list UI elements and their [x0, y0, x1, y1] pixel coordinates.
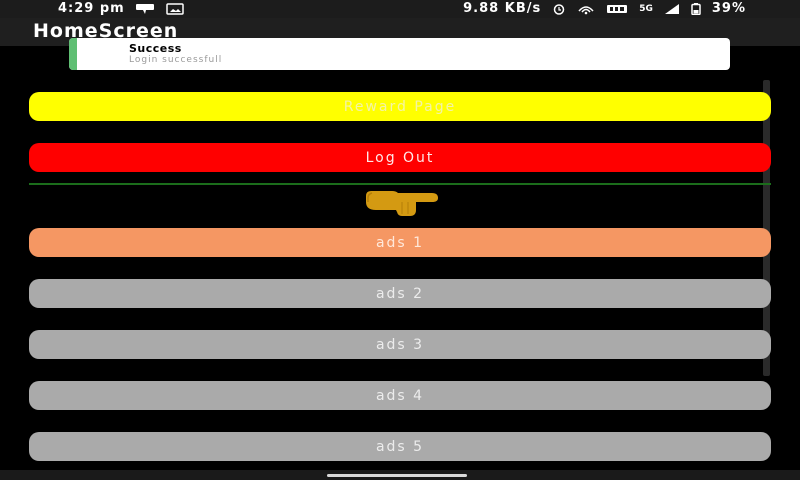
status-time: 4:29 pm [58, 1, 125, 16]
network-type: 5G [639, 4, 653, 14]
image-icon [165, 3, 184, 15]
battery-percent: 39% [711, 1, 746, 16]
toast-title: Success [129, 42, 182, 55]
status-bar: 4:29 pm 9.88 KB/s 5G 39% [0, 0, 800, 18]
pointing-hand-icon [366, 191, 438, 216]
success-toast[interactable]: Success Login successfull [69, 38, 730, 70]
toast-message: Login successfull [129, 55, 223, 65]
ads-5-button[interactable]: ads 5 [29, 432, 771, 461]
hotspot-icon [578, 6, 594, 15]
alarm-icon [553, 4, 565, 15]
status-left: 4:29 pm [58, 0, 185, 18]
signal-icon [664, 4, 679, 14]
ads-2-button[interactable]: ads 2 [29, 279, 771, 308]
battery-icon [691, 3, 701, 15]
ads-4-button[interactable]: ads 4 [29, 381, 771, 410]
status-right: 9.88 KB/s 5G 39% [463, 0, 746, 18]
home-screen: 4:29 pm 9.88 KB/s 5G 39% HomeScreen Succ… [0, 0, 800, 480]
log-out-button[interactable]: Log Out [29, 143, 771, 172]
volte-icon [607, 5, 628, 13]
reward-page-button[interactable]: Reward Page [29, 92, 771, 121]
divider [29, 183, 771, 185]
ads-3-button[interactable]: ads 3 [29, 330, 771, 359]
ads-1-button[interactable]: ads 1 [29, 228, 771, 257]
network-speed: 9.88 KB/s [463, 1, 542, 16]
navigation-bar [0, 470, 800, 480]
chat-bubble-icon [135, 4, 154, 14]
home-gesture-handle[interactable] [327, 474, 467, 477]
toast-accent-bar [69, 38, 77, 70]
